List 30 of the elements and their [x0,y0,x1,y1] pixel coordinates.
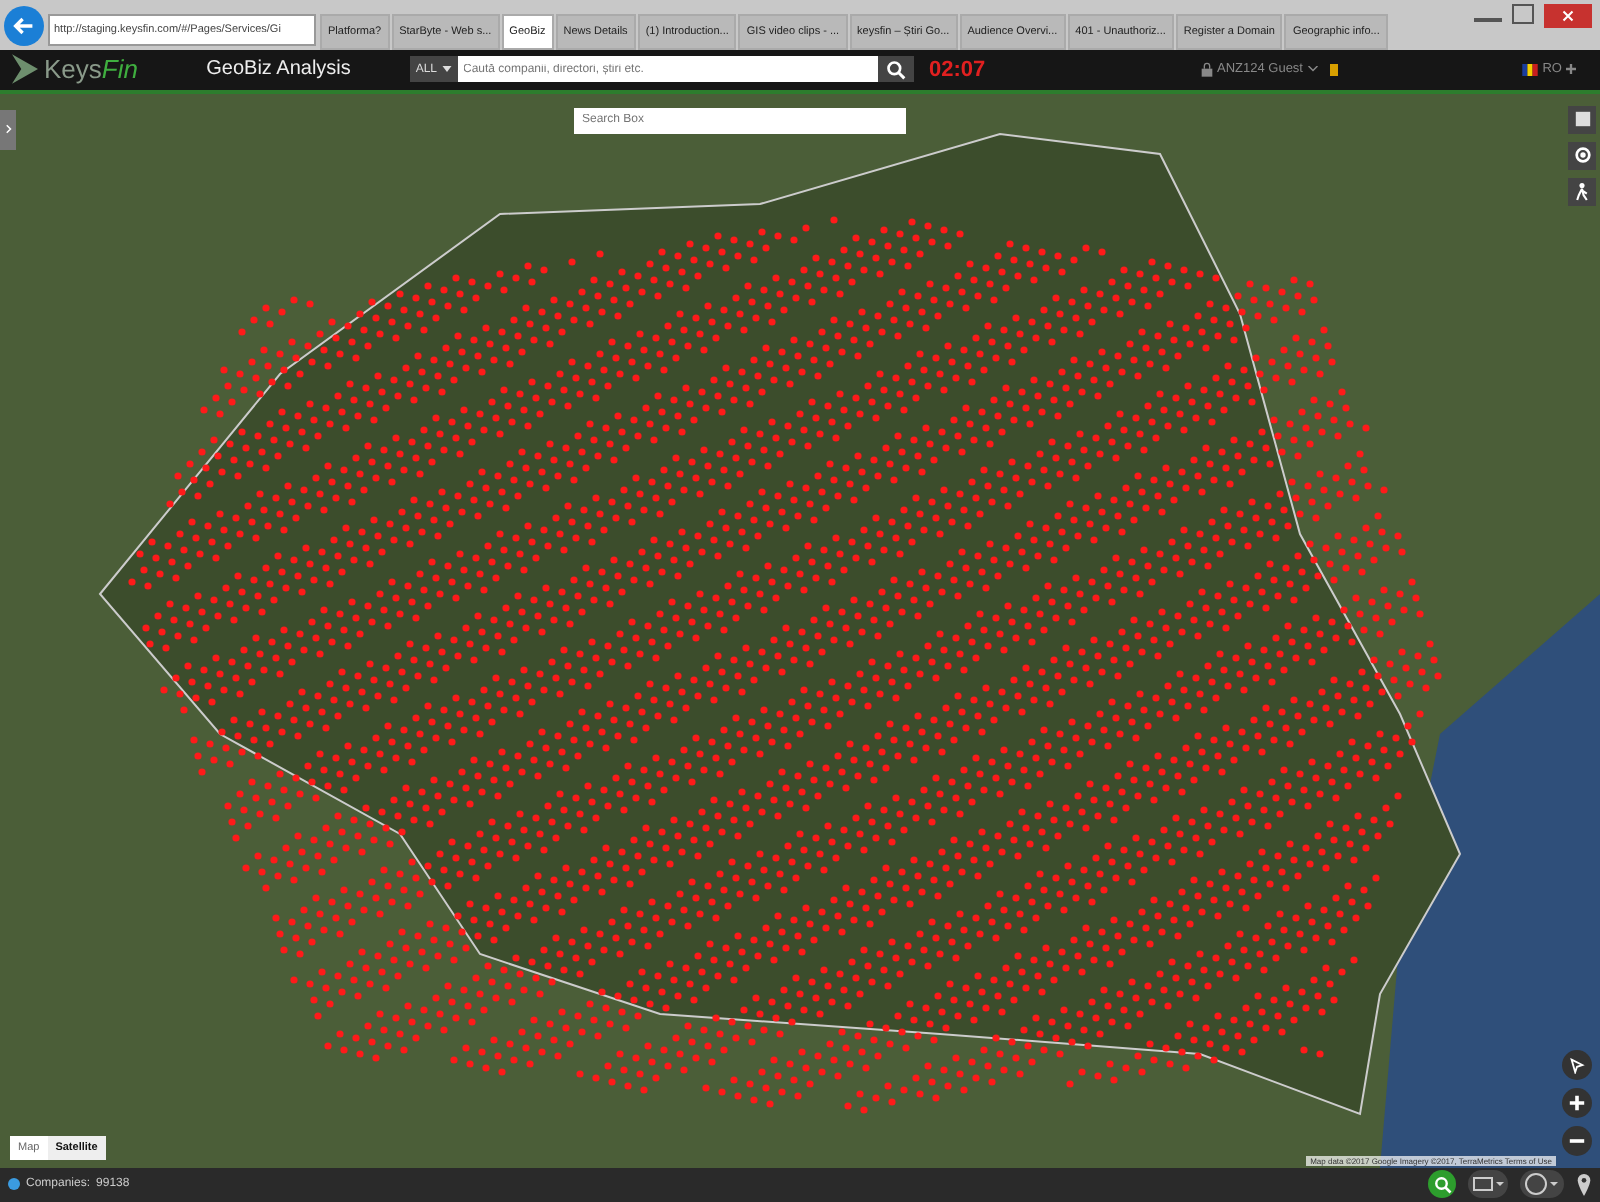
maximize-icon[interactable] [1512,4,1534,24]
panel-toggle-button[interactable] [0,109,16,150]
plus-icon [1568,1093,1586,1112]
flag-icon [1522,63,1539,76]
chevron-logo-icon [12,54,38,85]
chevron-right-icon [5,124,11,135]
app-title: GeoBiz Analysis [206,58,353,81]
search-button[interactable] [1428,1170,1456,1199]
pegman-icon[interactable] [1568,177,1596,206]
rectangle-caret-icon [1472,1174,1504,1195]
close-button[interactable] [1544,4,1592,28]
plus-icon [1565,64,1576,75]
circle-select-dropdown[interactable] [1520,1170,1564,1199]
location-target-icon[interactable] [1568,141,1596,170]
session-timer: 02:07 [929,57,988,82]
lock-icon [1199,61,1213,78]
search-button[interactable] [877,56,913,83]
rss-icon[interactable] [1329,63,1339,76]
map-pin-icon[interactable] [1576,1173,1592,1196]
back-button[interactable] [4,6,44,47]
caret-icon [1307,66,1317,73]
search-icon [885,59,905,80]
search-icon [1433,1175,1451,1194]
close-icon [1562,10,1574,22]
layers-icon[interactable] [1568,105,1596,134]
rectangle-select-dropdown[interactable] [1468,1170,1508,1199]
logo-text: KeysFin [44,54,138,85]
circle-caret-icon [1524,1172,1560,1197]
caret-icon [441,66,451,73]
info-icon [8,1178,20,1191]
